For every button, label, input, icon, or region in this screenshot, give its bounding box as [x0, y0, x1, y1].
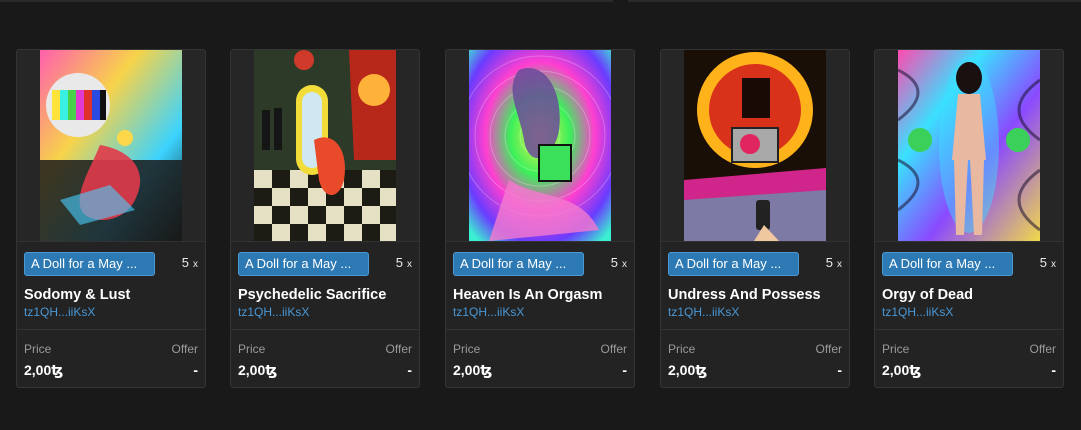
- offer-label: Offer: [385, 342, 412, 356]
- price-section: Price Offer 2,00ꜩ -: [661, 329, 849, 387]
- artwork-card[interactable]: A Doll for a May ... 5x Sodomy & Lust tz…: [16, 49, 206, 388]
- artwork-image-container[interactable]: [875, 50, 1063, 241]
- collection-badge[interactable]: A Doll for a May ...: [668, 252, 799, 276]
- edition-number: 5: [395, 255, 403, 270]
- artwork-card[interactable]: A Doll for a May ... 5x Orgy of Dead tz1…: [874, 49, 1064, 388]
- price-label: Price: [24, 342, 52, 356]
- artwork-title[interactable]: Undress And Possess: [668, 287, 821, 303]
- edition-number: 5: [610, 255, 618, 270]
- edition-count: 5x: [182, 255, 198, 270]
- offer-label: Offer: [171, 342, 198, 356]
- edition-suffix: x: [193, 259, 198, 270]
- price-section: Price Offer 2,00ꜩ -: [875, 329, 1063, 387]
- edition-count: 5x: [611, 255, 627, 270]
- collection-badge[interactable]: A Doll for a May ...: [453, 252, 584, 276]
- edition-count: 5x: [396, 255, 412, 270]
- artwork-title[interactable]: Psychedelic Sacrifice: [238, 287, 386, 303]
- offer-value: -: [622, 362, 627, 378]
- artwork-image[interactable]: [469, 50, 611, 241]
- artwork-image-container[interactable]: [231, 50, 419, 241]
- price-value: 2,00ꜩ: [668, 362, 708, 378]
- artwork-card[interactable]: A Doll for a May ... 5x Undress And Poss…: [660, 49, 850, 388]
- artwork-title[interactable]: Heaven Is An Orgasm: [453, 287, 602, 303]
- price-label: Price: [453, 342, 481, 356]
- edition-count: 5x: [826, 255, 842, 270]
- collection-badge[interactable]: A Doll for a May ...: [24, 252, 155, 276]
- creator-address-link[interactable]: tz1QH...iiKsX: [453, 305, 524, 319]
- offer-label: Offer: [600, 342, 627, 356]
- top-divider-left: [0, 0, 613, 2]
- price-label: Price: [668, 342, 696, 356]
- edition-number: 5: [1039, 255, 1047, 270]
- top-divider-right: [628, 0, 1081, 2]
- collection-badge[interactable]: A Doll for a May ...: [238, 252, 369, 276]
- edition-number: 5: [825, 255, 833, 270]
- price-value: 2,00ꜩ: [882, 362, 922, 378]
- artwork-card[interactable]: A Doll for a May ... 5x Heaven Is An Org…: [445, 49, 635, 388]
- artwork-image-container[interactable]: [17, 50, 205, 241]
- price-value: 2,00ꜩ: [238, 362, 278, 378]
- offer-value: -: [407, 362, 412, 378]
- edition-suffix: x: [622, 259, 627, 270]
- artwork-image[interactable]: [898, 50, 1040, 241]
- artwork-grid: A Doll for a May ... 5x Sodomy & Lust tz…: [16, 49, 1072, 390]
- artwork-image-container[interactable]: [661, 50, 849, 241]
- offer-label: Offer: [815, 342, 842, 356]
- offer-value: -: [837, 362, 842, 378]
- edition-suffix: x: [837, 259, 842, 270]
- edition-number: 5: [181, 255, 189, 270]
- creator-address-link[interactable]: tz1QH...iiKsX: [668, 305, 739, 319]
- artwork-image[interactable]: [684, 50, 826, 241]
- collection-badge[interactable]: A Doll for a May ...: [882, 252, 1013, 276]
- offer-value: -: [1051, 362, 1056, 378]
- offer-label: Offer: [1029, 342, 1056, 356]
- price-section: Price Offer 2,00ꜩ -: [231, 329, 419, 387]
- price-label: Price: [882, 342, 910, 356]
- artwork-image[interactable]: [254, 50, 396, 241]
- creator-address-link[interactable]: tz1QH...iiKsX: [238, 305, 309, 319]
- price-section: Price Offer 2,00ꜩ -: [17, 329, 205, 387]
- artwork-image-container[interactable]: [446, 50, 634, 241]
- price-section: Price Offer 2,00ꜩ -: [446, 329, 634, 387]
- artwork-title[interactable]: Sodomy & Lust: [24, 287, 130, 303]
- edition-suffix: x: [1051, 259, 1056, 270]
- offer-value: -: [193, 362, 198, 378]
- creator-address-link[interactable]: tz1QH...iiKsX: [24, 305, 95, 319]
- edition-count: 5x: [1040, 255, 1056, 270]
- price-label: Price: [238, 342, 266, 356]
- price-value: 2,00ꜩ: [24, 362, 64, 378]
- artwork-card[interactable]: A Doll for a May ... 5x Psychedelic Sacr…: [230, 49, 420, 388]
- price-value: 2,00ꜩ: [453, 362, 493, 378]
- artwork-image[interactable]: [40, 50, 182, 241]
- creator-address-link[interactable]: tz1QH...iiKsX: [882, 305, 953, 319]
- edition-suffix: x: [407, 259, 412, 270]
- artwork-title[interactable]: Orgy of Dead: [882, 287, 973, 303]
